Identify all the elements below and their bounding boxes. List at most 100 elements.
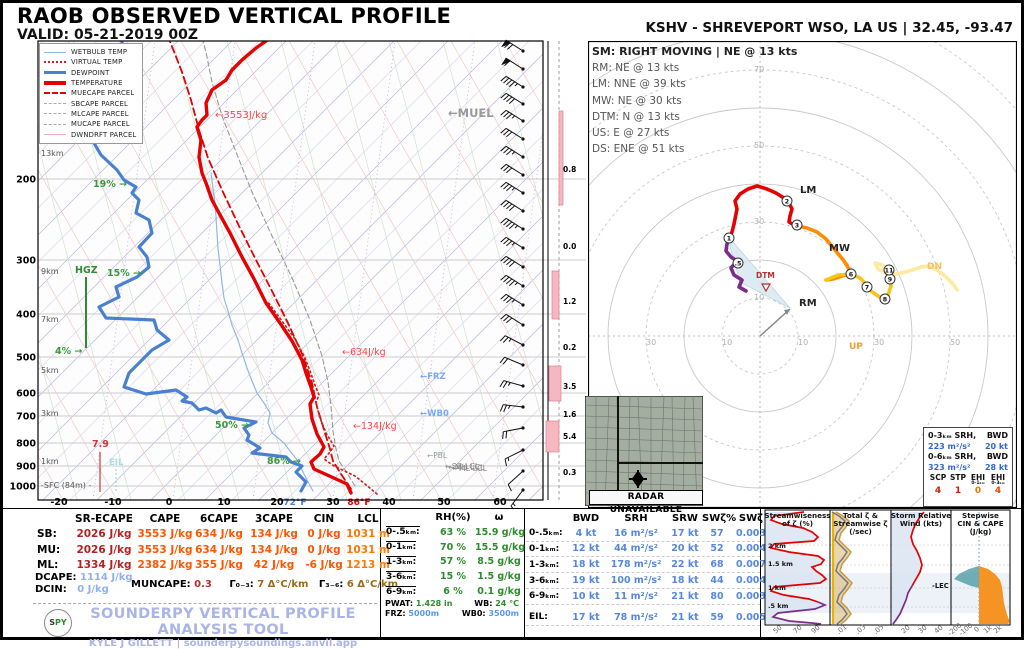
panel-title: (J/kg) bbox=[970, 527, 992, 536]
hodo-ring-label: 30 bbox=[874, 338, 884, 347]
svg-text:1: 1 bbox=[727, 235, 731, 242]
legend-label: TEMPERATURE bbox=[71, 79, 123, 88]
skewt-annotation: ←MUEL bbox=[448, 106, 494, 120]
index-column: EHI 0-1ₖₘ 0 bbox=[970, 473, 986, 496]
omega-bar bbox=[551, 270, 560, 320]
skewt-annotation: HGZ bbox=[75, 265, 98, 276]
rh-row: 6-9ₖₘ: 6 % 0.1 g/kg bbox=[386, 585, 521, 598]
legend-line-sample bbox=[44, 70, 66, 75]
thermo-value: 634 J/kg bbox=[195, 528, 243, 541]
hodo-ring-label: 10 bbox=[798, 338, 808, 347]
bwd-0-3-value: 20 kt bbox=[984, 441, 1008, 451]
kin-value: 18 kt bbox=[572, 559, 600, 571]
kin-value: 17 kt bbox=[671, 527, 699, 539]
footer-divider bbox=[33, 603, 377, 604]
legend-label: VIRTUAL TEMP bbox=[71, 58, 123, 67]
skewt-annotation: 4% → bbox=[55, 346, 82, 357]
kin-value: 17 kt bbox=[572, 611, 600, 623]
thermo-value: 0 J/kg bbox=[307, 528, 341, 541]
legend-item: VIRTUAL TEMP bbox=[44, 57, 136, 67]
radar-unavailable-label: RADAR UNAVAILABLE bbox=[589, 490, 703, 515]
omega-value: 0.8 bbox=[563, 165, 576, 174]
kin-col-header: BWD bbox=[572, 512, 600, 524]
thermo-header-row: SR-ECAPE CAPE 6CAPE 3CAPE CIN LCL bbox=[33, 511, 379, 527]
omega-value: 0.0 bbox=[563, 242, 576, 251]
hodo-ring-label: 30 bbox=[646, 338, 656, 347]
omega-bar bbox=[548, 365, 562, 402]
skewt-legend: WETBULB TEMP VIRTUAL TEMP DEWPOINT TEMPERAT… bbox=[39, 43, 144, 144]
thermo-col-header: 3CAPE bbox=[254, 512, 293, 525]
panel-ylabel: 1 km bbox=[768, 584, 786, 592]
dcape-block: DCAPE: 1114 J/kg DCIN: 0 J/kg bbox=[35, 572, 133, 595]
legend-item: WETBULB TEMP bbox=[44, 47, 136, 57]
kin-value: 44 m²/s² bbox=[614, 543, 658, 555]
lapse-3-6-label: Γ₃₋₆: bbox=[318, 579, 344, 590]
lapse-0-3-label: Γ₀₋₃: bbox=[229, 579, 254, 590]
omega-value: 3.5 bbox=[563, 382, 576, 391]
temp-tick: 0 bbox=[166, 497, 173, 508]
kin-value: 68 bbox=[710, 559, 724, 571]
legend-line-sample bbox=[44, 103, 66, 105]
panel-ylabel: .5 km bbox=[768, 602, 789, 610]
bwd-0-6-value: 28 kt bbox=[984, 462, 1008, 472]
omega-value: 0.2 bbox=[563, 343, 576, 352]
panel-xtick: 0 bbox=[972, 625, 980, 634]
thermo-value: 1334 J/kg bbox=[76, 559, 132, 572]
legend-line-sample bbox=[44, 134, 66, 136]
kin-value: 10 kt bbox=[572, 590, 600, 602]
kin-row: 1-3ₖₘ: 18 kt 178 m²/s² 22 kt 68 0.007 bbox=[526, 557, 766, 574]
index-column: SCP 4 bbox=[929, 473, 947, 496]
srh-0-6-label: 0-6ₖₘ SRH, bbox=[928, 452, 977, 461]
srh-0-3-value: 223 m²/s² bbox=[928, 441, 971, 451]
kin-col-header: SWζ% bbox=[702, 512, 737, 524]
hodo-label-DN: DN bbox=[927, 262, 942, 272]
storm-motion-info: SM: RIGHT MOVING | NE @ 13 kts RM: NE @ … bbox=[592, 44, 797, 157]
lapse-0-3-value: 7 Δ°C/km bbox=[257, 579, 309, 590]
temp-tick: -20 bbox=[50, 497, 68, 508]
svg-text:8: 8 bbox=[883, 296, 887, 303]
pressure-tick: 800 bbox=[16, 439, 36, 450]
svg-text:2: 2 bbox=[785, 198, 789, 205]
skewt-annotation: ←FRZ bbox=[420, 372, 446, 382]
rh-row: 3-6ₖₘ: 15 % 1.5 g/kg bbox=[386, 570, 521, 583]
storm-motion-line: DS: ENE @ 51 kts bbox=[592, 143, 685, 156]
thermo-value: 2382 J/kg bbox=[137, 559, 193, 572]
storm-motion-line: LM: NNE @ 39 kts bbox=[592, 78, 686, 91]
station-info: KSHV - SHREVEPORT WSO, LA US | 32.45, -9… bbox=[645, 20, 1013, 36]
skewt-annotation: ←WB0 bbox=[420, 409, 449, 419]
bwd-0-6-label: BWD bbox=[986, 452, 1008, 461]
svg-text:.5: .5 bbox=[735, 260, 742, 267]
omega-bar bbox=[558, 110, 564, 206]
kin-value: 57 bbox=[710, 527, 724, 539]
kin-value: 78 m²/s² bbox=[614, 611, 658, 623]
legend-label: MLCAPE PARCEL bbox=[71, 109, 129, 118]
skewt-annotation: ←3553J/kg bbox=[215, 110, 267, 121]
legend-item: SBCAPE PARCEL bbox=[44, 98, 136, 108]
thermo-value: 134 J/kg bbox=[250, 543, 298, 556]
rh-header: RH(%) ω bbox=[435, 512, 504, 523]
legend-line-sample bbox=[44, 61, 66, 64]
misc-indices: MUNCAPE: 0.3 Γ₀₋₃: 7 Δ°C/km Γ₃₋₆: 6 Δ°C/… bbox=[131, 579, 398, 590]
temp-tick: 60 bbox=[493, 497, 507, 508]
hodo-ring-label: 50 bbox=[950, 338, 960, 347]
legend-label: DEWPOINT bbox=[71, 68, 110, 77]
temp-tick: 40 bbox=[382, 497, 396, 508]
kin-value: 44 bbox=[710, 575, 724, 587]
hodo-label-DTM: DTM bbox=[756, 271, 775, 280]
kin-value: 16 m²/s² bbox=[614, 527, 658, 539]
kin-value: 178 m²/s² bbox=[610, 559, 662, 571]
thermo-row: MU: 2026 J/kg 3553 J/kg 634 J/kg 134 J/kg 0 J… bbox=[37, 543, 390, 556]
thermo-value: 0 J/kg bbox=[307, 543, 341, 556]
legend-line-sample bbox=[44, 113, 66, 115]
thermo-row: SB: 2026 J/kg 3553 J/kg 634 J/kg 134 J/kg 0 J… bbox=[37, 528, 390, 541]
footer-credit: SOUNDERPY VERTICAL PROFILE ANALYSIS TOOL… bbox=[63, 606, 383, 649]
panel-ylabel: 1.5 km bbox=[768, 560, 793, 568]
temp-tick: 20 bbox=[270, 497, 284, 508]
legend-item: MUECAPE PARCEL bbox=[44, 88, 136, 98]
legend-line-sample bbox=[44, 51, 66, 53]
panel-ylabel: 2 km bbox=[768, 542, 786, 550]
omega-value: 1.2 bbox=[563, 297, 576, 306]
skewt-annotation: ←134J/kg bbox=[353, 421, 397, 432]
temp-tick: 50 bbox=[437, 497, 451, 508]
thermo-value: -6 J/kg bbox=[305, 559, 343, 572]
